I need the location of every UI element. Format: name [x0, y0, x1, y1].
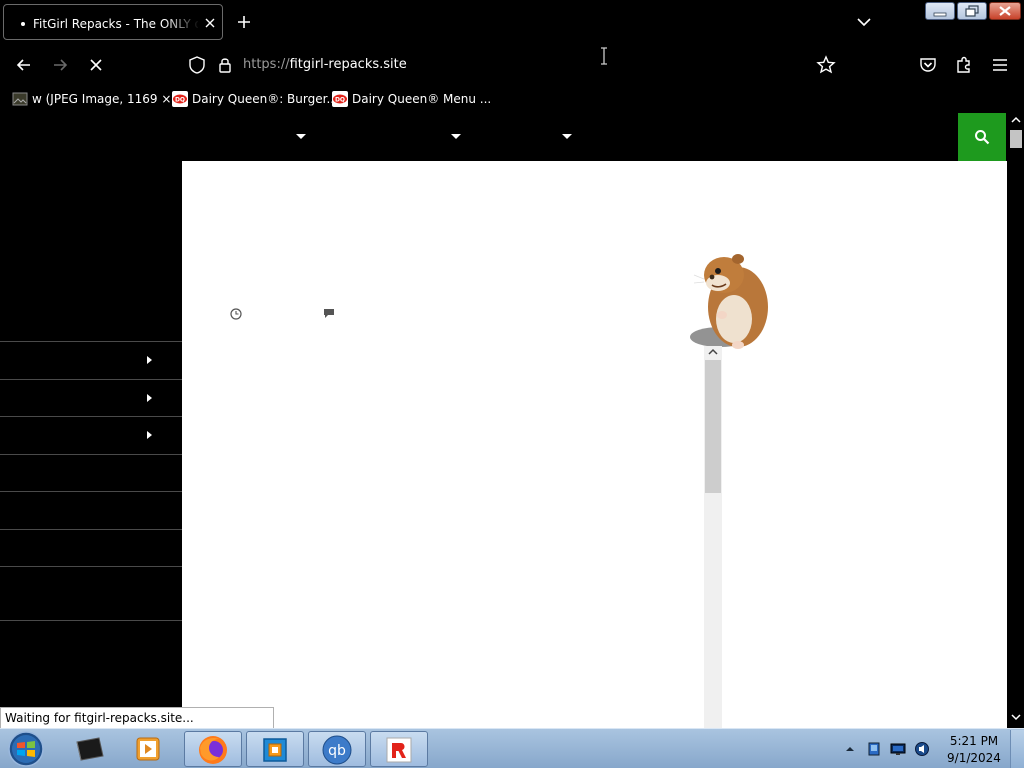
status-bar: Waiting for fitgirl-repacks.site... — [0, 707, 274, 729]
text-cursor-icon — [601, 47, 607, 65]
sidebar-divider — [0, 620, 182, 621]
main-content-area — [182, 161, 1007, 728]
nav-menu-dropdown-caret[interactable] — [562, 134, 572, 139]
clock-time[interactable]: 5:21 PM — [946, 733, 1002, 749]
taskbar-firefox[interactable] — [184, 731, 242, 767]
page-scrollbar[interactable] — [1008, 112, 1024, 728]
sidebar-menu-item[interactable] — [0, 529, 182, 566]
tab-loading-indicator — [21, 22, 25, 26]
submenu-arrow-icon — [147, 394, 152, 402]
image-icon — [12, 92, 28, 106]
browser-tab-bar: FitGirl Repacks - The ONLY official site — [0, 0, 1024, 44]
browser-tab-active[interactable]: FitGirl Repacks - The ONLY official site — [3, 4, 223, 40]
nav-menu-dropdown-caret[interactable] — [296, 134, 306, 139]
taskbar-media-player[interactable] — [120, 731, 178, 767]
submenu-arrow-icon — [147, 431, 152, 439]
page-scrollbar-thumb[interactable] — [1010, 130, 1022, 148]
new-tab-icon[interactable] — [236, 14, 252, 30]
back-arrow-icon[interactable] — [14, 55, 34, 75]
bookmark-item[interactable]: w (JPEG Image, 1169 ×... — [12, 90, 183, 108]
taskbar-explorer[interactable] — [60, 731, 118, 767]
start-button-orb-icon[interactable] — [6, 730, 46, 768]
window-restore-button[interactable] — [957, 2, 987, 20]
comment-icon[interactable] — [323, 308, 335, 319]
dairy-queen-icon: DQ — [332, 91, 348, 107]
qbittorrent-icon: qb — [322, 735, 352, 765]
lock-icon[interactable] — [217, 55, 233, 75]
sidebar-menu-item[interactable] — [0, 379, 182, 416]
stop-loading-icon[interactable] — [86, 55, 106, 75]
taskbar-qbittorrent[interactable]: qb — [308, 731, 366, 767]
list-all-tabs-icon[interactable] — [856, 16, 872, 28]
taskbar-virtualbox[interactable] — [246, 731, 304, 767]
scroll-up-arrow-icon[interactable] — [1011, 116, 1021, 124]
window-minimize-button[interactable] — [925, 2, 955, 20]
scroll-up-arrow-icon[interactable] — [707, 346, 719, 358]
sidebar-menu-item[interactable] — [0, 491, 182, 529]
sidebar-menu-item[interactable] — [0, 566, 182, 620]
tray-network-icon[interactable] — [866, 741, 882, 757]
virtualbox-icon — [263, 738, 287, 762]
bookmark-star-icon[interactable] — [816, 55, 836, 75]
nav-menu-dropdown-caret[interactable] — [451, 134, 461, 139]
taskbar-roblox[interactable] — [370, 731, 428, 767]
bookmarks-toolbar: w (JPEG Image, 1169 ×... DQ Dairy Queen®… — [0, 86, 1024, 112]
sidebar-menu-item[interactable] — [0, 454, 182, 491]
embedded-scrollbar-thumb[interactable] — [705, 360, 721, 493]
bookmark-item[interactable]: DQ Dairy Queen®: Burger... — [172, 90, 338, 108]
web-page — [0, 112, 1008, 728]
desktop-screen: FitGirl Repacks - The ONLY official site… — [0, 0, 1024, 768]
tray-volume-icon[interactable] — [914, 741, 930, 757]
explorer-icon — [76, 737, 104, 761]
sidebar-menu-item[interactable] — [0, 416, 182, 454]
clock-icon — [230, 308, 242, 320]
clock-date[interactable]: 9/1/2024 — [946, 750, 1002, 766]
svg-text:DQ: DQ — [335, 97, 345, 104]
forward-arrow-icon[interactable] — [50, 55, 70, 75]
tray-overflow-arrow-icon[interactable] — [844, 743, 856, 755]
window-close-button[interactable] — [989, 2, 1021, 20]
browser-navigation-bar: https://fitgirl-repacks.site — [0, 44, 1024, 86]
dairy-queen-icon: DQ — [172, 91, 188, 107]
media-player-icon — [136, 737, 160, 761]
svg-text:qb: qb — [328, 743, 346, 759]
address-bar[interactable]: https://fitgirl-repacks.site — [180, 48, 850, 82]
hamster-image — [690, 254, 768, 349]
show-desktop-button[interactable] — [1010, 730, 1024, 768]
submenu-arrow-icon — [147, 356, 152, 364]
extensions-icon[interactable] — [954, 55, 974, 75]
tray-display-icon[interactable] — [890, 741, 906, 757]
bookmark-item[interactable]: DQ Dairy Queen® Menu ... — [332, 90, 491, 108]
windows-taskbar: qb 5:21 PM 9/1/2024 — [0, 728, 1024, 768]
search-icon — [975, 130, 990, 145]
pocket-icon[interactable] — [918, 55, 938, 75]
roblox-icon — [386, 737, 412, 763]
firefox-icon — [199, 736, 227, 764]
shield-icon[interactable] — [188, 55, 206, 75]
url-text[interactable]: https://fitgirl-repacks.site — [243, 57, 407, 73]
svg-text:DQ: DQ — [175, 97, 185, 104]
close-tab-icon[interactable] — [203, 16, 217, 30]
site-search-button[interactable] — [958, 113, 1006, 161]
embedded-scrollbar[interactable] — [704, 346, 722, 728]
sidebar-menu-item[interactable] — [0, 341, 182, 379]
menu-icon[interactable] — [990, 55, 1010, 75]
scroll-down-arrow-icon[interactable] — [1011, 713, 1021, 721]
